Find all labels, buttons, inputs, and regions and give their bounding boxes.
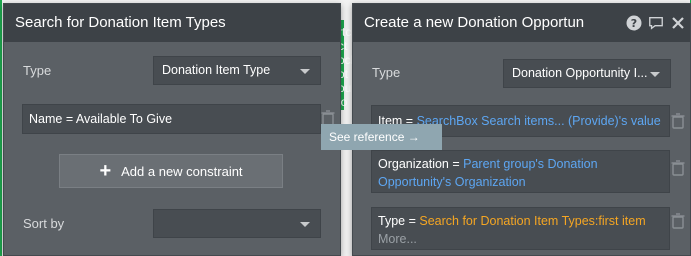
comment-icon[interactable] — [648, 15, 664, 31]
trash-icon[interactable] — [671, 160, 685, 176]
search-panel: Search for Donation Item Types Type Dona… — [3, 3, 341, 256]
create-panel-title: Create a new Donation Opportun — [364, 14, 585, 31]
plus-icon: + — [99, 160, 112, 182]
search-panel-header[interactable]: Search for Donation Item Types — [4, 4, 340, 42]
type-label: Type — [23, 63, 52, 78]
constraint-text: Name = Available To Give — [29, 112, 173, 126]
field-operator: = — [448, 157, 464, 171]
field-key: Type — [378, 214, 406, 228]
type-dropdown-value: Donation Item Type — [162, 63, 271, 77]
trash-icon[interactable] — [671, 113, 685, 129]
help-icon[interactable]: ? — [626, 15, 642, 31]
sort-dropdown[interactable] — [153, 209, 321, 238]
chevron-down-icon — [300, 222, 310, 227]
more-link[interactable]: More... — [378, 232, 417, 246]
field-expression[interactable]: SearchBox Search items... (Provide)'s va… — [417, 114, 661, 128]
search-panel-title: Search for Donation Item Types — [15, 14, 226, 31]
field-row-organization[interactable]: Organization = Parent group's Donation O… — [371, 150, 670, 193]
see-reference-tooltip[interactable]: See reference → — [321, 124, 442, 150]
sort-label: Sort by — [23, 216, 65, 231]
type-dropdown[interactable]: Donation Item Type — [153, 56, 321, 85]
tooltip-text: See reference → — [329, 130, 420, 144]
field-row-type[interactable]: Type = Search for Donation Item Types:fi… — [371, 207, 670, 250]
canvas-edge — [0, 0, 2, 256]
add-constraint-label: Add a new constraint — [121, 163, 243, 179]
constraint-row[interactable]: Name = Available To Give — [22, 104, 321, 134]
create-panel-header[interactable]: Create a new Donation Opportun ? — [353, 4, 690, 42]
field-expression[interactable]: Search for Donation Item Types:first ite… — [419, 214, 645, 228]
svg-text:?: ? — [631, 17, 637, 30]
thing-type-value: Donation Opportunity I... — [512, 66, 648, 80]
thing-type-dropdown[interactable]: Donation Opportunity I... — [503, 59, 671, 88]
trash-icon[interactable] — [671, 213, 685, 229]
chevron-down-icon — [650, 72, 660, 77]
field-key: Organization — [378, 157, 449, 171]
type-label: Type — [372, 65, 401, 80]
field-operator: = — [405, 214, 420, 228]
chevron-down-icon — [300, 69, 310, 74]
add-constraint-button[interactable]: + Add a new constraint — [59, 154, 283, 188]
close-icon[interactable] — [670, 15, 686, 31]
